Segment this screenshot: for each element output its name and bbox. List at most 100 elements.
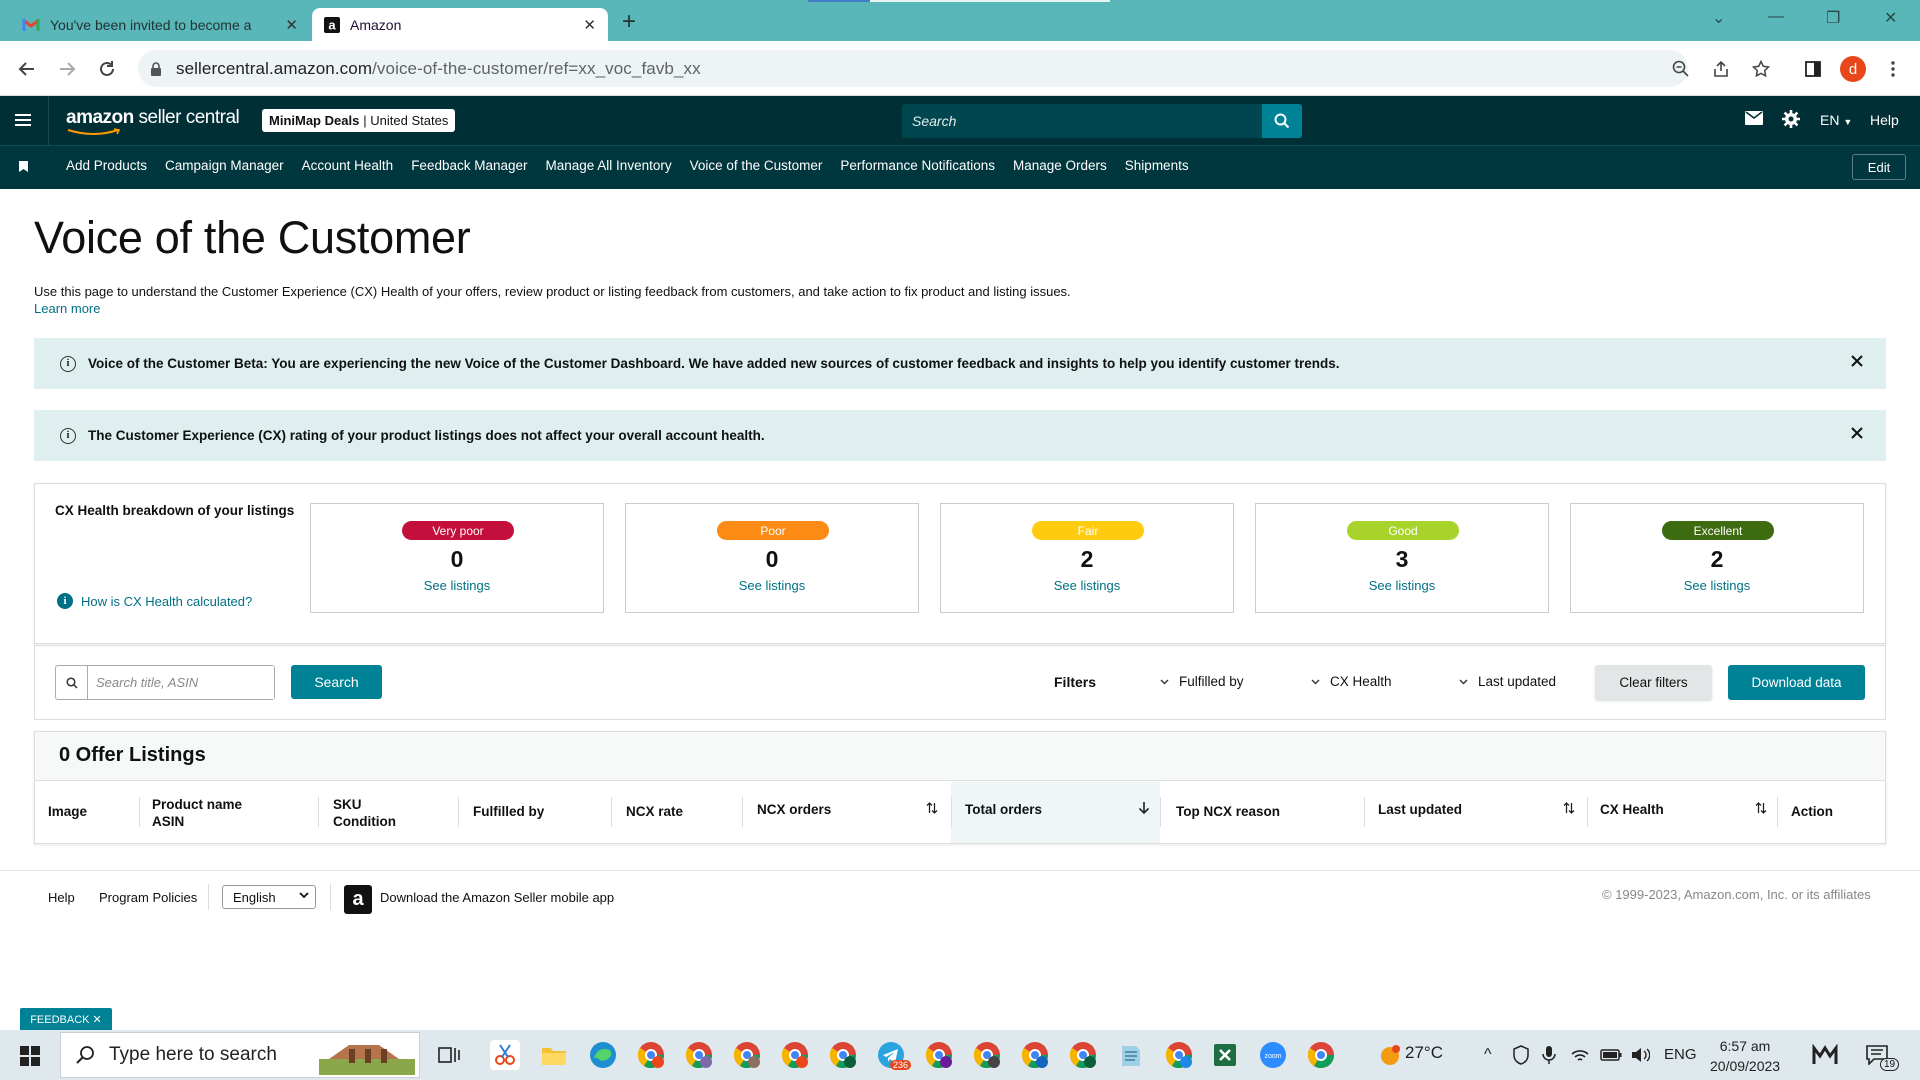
sort-icon[interactable] (926, 801, 938, 815)
header-search-input[interactable] (902, 104, 1262, 138)
task-view-icon[interactable] (438, 1045, 460, 1065)
security-shield-icon[interactable] (1512, 1045, 1530, 1065)
footer-help-link[interactable]: Help (48, 890, 75, 905)
last-updated-filter[interactable]: Last updated (1459, 674, 1556, 689)
amazon-seller-app-icon[interactable]: a (344, 885, 372, 914)
new-tab-button[interactable]: + (622, 8, 636, 36)
browser-tab-gmail[interactable]: You've been invited to become a ✕ (10, 8, 310, 41)
bookmark-icon[interactable] (19, 161, 28, 172)
column-header-cx-health[interactable]: CX Health (1600, 801, 1664, 818)
chrome-profile-icon[interactable] (1068, 1040, 1098, 1070)
edge-icon[interactable] (588, 1040, 618, 1070)
cx-health-filter[interactable]: CX Health (1311, 674, 1392, 689)
volume-icon[interactable] (1630, 1046, 1650, 1064)
chrome-profile-icon[interactable] (732, 1040, 762, 1070)
search-button[interactable]: Search (291, 665, 382, 699)
restore-icon[interactable]: ❐ (1826, 8, 1840, 28)
seller-central-search[interactable] (902, 104, 1262, 138)
header-search-button[interactable] (1262, 104, 1302, 138)
snipping-tool-icon[interactable] (490, 1040, 520, 1070)
taskbar-clock[interactable]: 6:57 am 20/09/2023 (1710, 1036, 1780, 1076)
mail-icon[interactable] (1745, 111, 1763, 125)
chrome-profile-icon[interactable] (924, 1040, 954, 1070)
reload-icon[interactable] (94, 56, 120, 82)
sort-descending-icon[interactable] (1138, 801, 1150, 815)
see-listings-link[interactable]: See listings (1571, 578, 1863, 593)
bookmark-star-icon[interactable] (1748, 56, 1774, 82)
nav-add-products[interactable]: Add Products (66, 158, 147, 173)
browser-menu-icon[interactable] (1880, 56, 1906, 82)
input-language[interactable]: ENG (1664, 1046, 1697, 1063)
help-link[interactable]: Help (1870, 112, 1899, 128)
language-selector[interactable]: EN ▼ (1820, 112, 1852, 128)
chrome-profile-icon[interactable] (636, 1040, 666, 1070)
listing-search-input[interactable] (88, 666, 274, 699)
see-listings-link[interactable]: See listings (311, 578, 603, 593)
nav-feedback-manager[interactable]: Feedback Manager (411, 158, 527, 173)
settings-gear-icon[interactable] (1782, 110, 1800, 128)
feedback-tab[interactable]: FEEDBACK ✕ (20, 1008, 112, 1030)
wifi-icon[interactable] (1570, 1046, 1590, 1064)
footer-program-policies-link[interactable]: Program Policies (99, 890, 197, 905)
chrome-profile-icon[interactable] (684, 1040, 714, 1070)
download-data-button[interactable]: Download data (1728, 665, 1865, 700)
battery-icon[interactable] (1600, 1049, 1622, 1061)
download-app-link[interactable]: Download the Amazon Seller mobile app (380, 890, 614, 905)
nav-shipments[interactable]: Shipments (1125, 158, 1189, 173)
column-header-last-updated[interactable]: Last updated (1378, 801, 1462, 818)
see-listings-link[interactable]: See listings (1256, 578, 1548, 593)
nav-account-health[interactable]: Account Health (302, 158, 394, 173)
chrome-profile-icon[interactable] (828, 1040, 858, 1070)
close-tab-icon[interactable]: ✕ (285, 16, 298, 34)
profile-avatar[interactable]: d (1840, 56, 1866, 82)
widgets-icon[interactable] (1812, 1044, 1838, 1066)
hamburger-menu-icon[interactable] (14, 113, 32, 127)
tab-search-icon[interactable]: ⌄ (1712, 8, 1725, 28)
seller-central-logo[interactable]: amazon seller central (66, 107, 240, 129)
nav-manage-all-inventory[interactable]: Manage All Inventory (546, 158, 672, 173)
chrome-profile-icon[interactable] (1164, 1040, 1194, 1070)
notepad-icon[interactable] (1116, 1040, 1146, 1070)
column-header-ncx-orders[interactable]: NCX orders (757, 801, 831, 818)
back-icon[interactable] (14, 56, 40, 82)
close-icon[interactable] (1850, 426, 1864, 440)
excel-icon[interactable] (1210, 1040, 1240, 1070)
chrome-profile-icon[interactable] (972, 1040, 1002, 1070)
nav-campaign-manager[interactable]: Campaign Manager (165, 158, 284, 173)
chrome-profile-icon[interactable] (780, 1040, 810, 1070)
weather-temperature[interactable]: 27°C (1405, 1043, 1443, 1063)
nav-voice-of-the-customer[interactable]: Voice of the Customer (690, 158, 823, 173)
learn-more-link[interactable]: Learn more (34, 301, 100, 316)
edit-nav-button[interactable]: Edit (1852, 154, 1906, 180)
marketplace-switcher[interactable]: MiniMap Deals | United States (262, 109, 456, 132)
window-close-icon[interactable]: ✕ (1884, 8, 1897, 28)
clear-filters-button[interactable]: Clear filters (1595, 665, 1712, 700)
forward-icon[interactable] (54, 56, 80, 82)
fulfilled-by-filter[interactable]: Fulfilled by (1160, 674, 1244, 689)
chrome-icon[interactable] (1306, 1040, 1336, 1070)
close-tab-icon[interactable]: ✕ (583, 16, 596, 34)
minimize-icon[interactable]: — (1768, 8, 1784, 26)
see-listings-link[interactable]: See listings (626, 578, 918, 593)
windows-start-icon[interactable] (20, 1046, 40, 1066)
zoom-icon[interactable] (1668, 56, 1694, 82)
zoom-app-icon[interactable]: zoom (1258, 1040, 1288, 1070)
see-listings-link[interactable]: See listings (941, 578, 1233, 593)
column-header-total-orders[interactable]: Total orders (965, 801, 1042, 818)
side-panel-icon[interactable] (1800, 56, 1826, 82)
nav-performance-notifications[interactable]: Performance Notifications (840, 158, 995, 173)
sort-icon[interactable] (1755, 801, 1767, 815)
browser-tab-amazon[interactable]: a Amazon ✕ (312, 8, 608, 41)
cx-health-how-link[interactable]: i How is CX Health calculated? (57, 593, 252, 609)
share-icon[interactable] (1708, 56, 1734, 82)
footer-language-select[interactable]: English (222, 885, 316, 909)
close-icon[interactable] (1850, 354, 1864, 368)
microphone-icon[interactable] (1542, 1045, 1556, 1065)
chrome-profile-icon[interactable] (1020, 1040, 1050, 1070)
weather-icon[interactable] (1378, 1044, 1402, 1068)
nav-manage-orders[interactable]: Manage Orders (1013, 158, 1107, 173)
file-explorer-icon[interactable] (539, 1040, 569, 1070)
taskbar-search[interactable]: Type here to search (60, 1032, 420, 1078)
chevron-up-icon[interactable]: ^ (1484, 1046, 1492, 1064)
sort-icon[interactable] (1563, 801, 1575, 815)
